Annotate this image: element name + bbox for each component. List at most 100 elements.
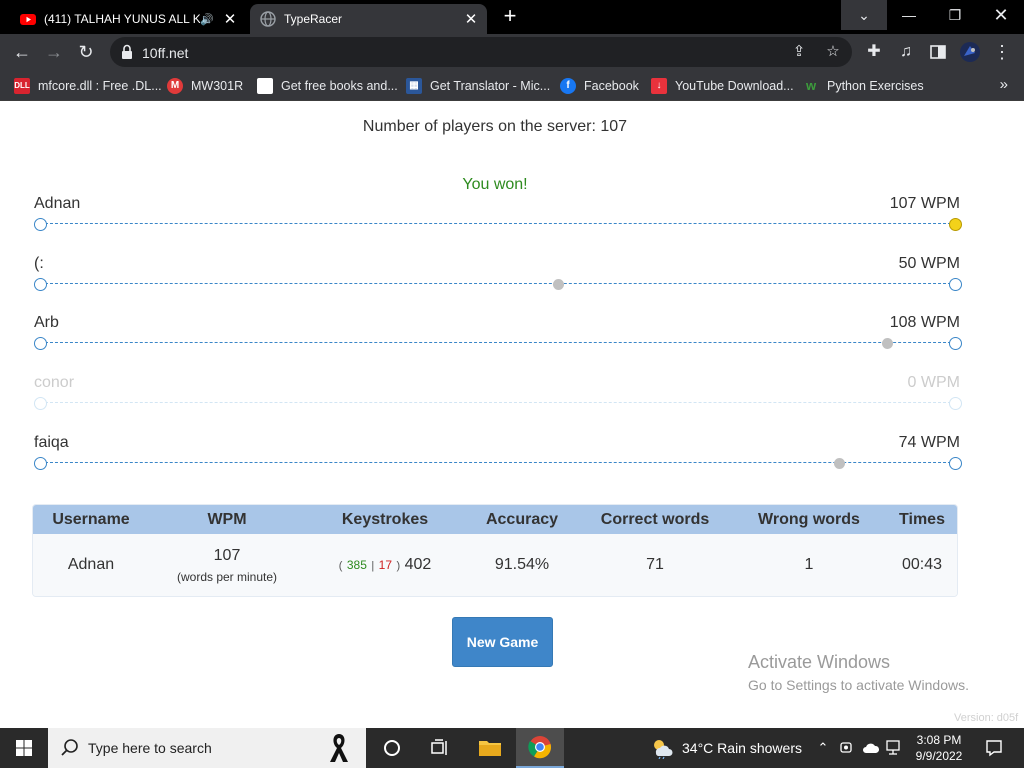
tab-title: (411) TALHAH YUNUS ALL KI <box>44 12 201 26</box>
reload-button[interactable]: ↻ <box>74 40 98 64</box>
chrome-button[interactable] <box>516 728 564 768</box>
side-panel-icon[interactable] <box>926 40 950 64</box>
start-button[interactable] <box>0 728 48 768</box>
track-line <box>40 462 956 463</box>
bookmark-star-icon[interactable]: ☆ <box>824 44 842 62</box>
racer-name: faiqa <box>34 434 69 451</box>
racer-name: (: <box>34 255 44 272</box>
keystrokes-separator: | <box>371 560 375 572</box>
task-view-button[interactable] <box>416 728 464 768</box>
system-clock[interactable]: 3:08 PM 9/9/2022 <box>906 728 972 768</box>
keystrokes-wrong: 17 <box>378 558 392 572</box>
notification-icon <box>986 740 1002 757</box>
racer-wpm: 74 WPM <box>898 434 960 451</box>
network-icon[interactable] <box>884 728 906 768</box>
bookmark-label: YouTube Download... <box>675 79 794 93</box>
bookmark-item[interactable]: w Python Exercises <box>803 76 924 96</box>
keystrokes-open-paren: ( <box>338 560 343 572</box>
racer-row: conor 0 WPM <box>34 374 962 418</box>
chevron-up-icon[interactable]: ⌃ <box>814 728 832 768</box>
bookmark-label: mfcore.dll : Free .DL... <box>38 79 162 93</box>
w3resource-icon: w <box>805 78 817 93</box>
share-icon[interactable]: ⇪ <box>790 44 808 62</box>
header-wrong-words: Wrong words <box>731 505 887 534</box>
tab-youtube[interactable]: (411) TALHAH YUNUS ALL KI 🔊 ✕ <box>10 4 246 34</box>
header-accuracy: Accuracy <box>465 505 579 534</box>
speaker-icon[interactable]: 🔊 <box>200 13 214 26</box>
activate-windows-watermark: Activate Windows Go to Settings to activ… <box>748 652 969 693</box>
racer-row: (: 50 WPM <box>34 255 962 299</box>
track-line <box>40 223 956 224</box>
forward-button[interactable]: → <box>42 40 66 64</box>
cell-wrong-words: 1 <box>731 534 887 596</box>
close-tab-icon[interactable]: ✕ <box>461 10 481 28</box>
header-times: Times <box>887 505 957 534</box>
onedrive-icon[interactable] <box>860 728 882 768</box>
new-game-button[interactable]: New Game <box>452 617 553 667</box>
notifications-button[interactable] <box>978 728 1010 768</box>
minimize-button[interactable]: — <box>886 0 932 30</box>
microsoft-store-icon: ▦ <box>406 78 422 94</box>
bookmark-item[interactable]: DLL mfcore.dll : Free .DL... <box>14 76 162 96</box>
back-button[interactable]: ← <box>10 40 34 64</box>
windows-logo-icon <box>16 740 32 756</box>
header-correct-words: Correct words <box>579 505 731 534</box>
bookmark-item[interactable]: ▦ Get Translator - Mic... <box>406 76 550 96</box>
result-message: You won! <box>462 176 528 193</box>
lock-icon[interactable] <box>120 44 134 60</box>
close-window-button[interactable]: ✕ <box>978 0 1024 30</box>
track-finish-marker <box>949 457 962 470</box>
tab-typeracer[interactable]: TypeRacer ✕ <box>250 4 487 34</box>
task-view-icon <box>431 739 447 755</box>
address-bar[interactable]: 10ff.net ⇪ ☆ <box>110 37 852 67</box>
racer-row: Adnan 107 WPM <box>34 195 962 239</box>
profile-avatar[interactable] <box>958 40 982 64</box>
menu-icon[interactable]: ⋮ <box>990 40 1014 64</box>
wpm-value: 107 <box>213 546 241 564</box>
meet-now-icon[interactable] <box>836 728 856 768</box>
bookmark-item[interactable]: M MW301R <box>167 76 243 96</box>
clock-date: 9/9/2022 <box>915 749 963 763</box>
tab-search-button[interactable]: ⌄ <box>841 0 887 30</box>
race-track <box>34 457 962 470</box>
track-line <box>40 402 956 403</box>
track-start-marker <box>34 218 47 231</box>
cortana-button[interactable] <box>368 728 416 768</box>
weather-text: 34°C Rain showers <box>682 740 802 756</box>
bookmark-label: Python Exercises <box>827 79 924 93</box>
bookmark-item[interactable]: f Facebook <box>560 76 639 96</box>
facebook-icon: f <box>560 78 576 94</box>
weather-widget[interactable]: 34°C Rain showers <box>650 728 802 768</box>
ribbon-icon <box>330 734 348 762</box>
bookmarks-bar: DLL mfcore.dll : Free .DL... M MW301R Ge… <box>0 70 1024 101</box>
bookmark-item[interactable]: Get free books and... <box>257 76 398 96</box>
media-controls-icon[interactable]: ♫ <box>894 40 918 64</box>
extensions-icon[interactable]: ✚ <box>862 40 886 64</box>
keystrokes-total: 402 <box>404 556 432 573</box>
windows-taskbar: Type here to search 34°C Rain showers ⌃ <box>0 728 1024 768</box>
page-content: Number of players on the server: 107 You… <box>0 102 1024 728</box>
download-icon: ↓ <box>651 78 667 94</box>
restore-button[interactable]: ❐ <box>932 0 978 30</box>
taskbar-search[interactable]: Type here to search <box>48 728 366 768</box>
racer-wpm: 50 WPM <box>898 255 960 272</box>
new-tab-button[interactable]: + <box>498 4 522 30</box>
track-start-marker <box>34 397 47 410</box>
track-finish-marker <box>949 218 962 231</box>
blank-page-icon <box>257 78 273 94</box>
more-bookmarks-icon[interactable]: » <box>1000 76 1008 93</box>
bookmark-item[interactable]: ↓ YouTube Download... <box>651 76 794 96</box>
keystrokes-close-paren: ) <box>396 560 401 572</box>
track-start-marker <box>34 457 47 470</box>
track-finish-marker <box>949 397 962 410</box>
close-tab-icon[interactable]: ✕ <box>220 10 240 28</box>
browser-toolbar: ← → ↻ 10ff.net ⇪ ☆ ✚ ♫ ⋮ <box>0 34 1024 70</box>
track-start-marker <box>34 337 47 350</box>
mercusys-icon: M <box>167 78 183 94</box>
activate-title: Activate Windows <box>748 652 891 672</box>
header-username: Username <box>33 505 149 534</box>
weather-rain-icon <box>654 740 673 759</box>
file-explorer-button[interactable] <box>466 728 514 768</box>
racer-row: faiqa 74 WPM <box>34 434 962 478</box>
track-line <box>40 283 956 284</box>
